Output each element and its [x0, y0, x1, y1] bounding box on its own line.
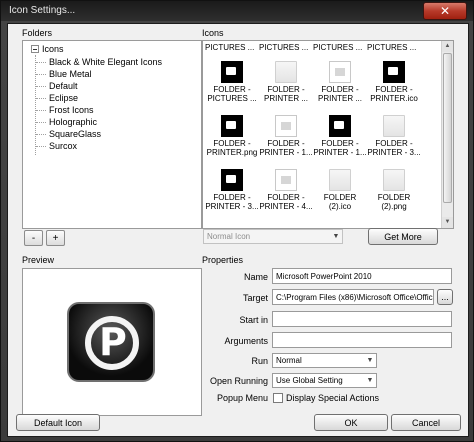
tree-root-icons[interactable]: Icons	[31, 44, 64, 54]
icon-cell[interactable]: FOLDER - PRINTER - 1...	[259, 115, 313, 157]
title-bar[interactable]: Icon Settings... ✕	[1, 1, 473, 21]
tree-item[interactable]: Surcox	[36, 140, 77, 152]
icon-cell[interactable]: FOLDER - PICTURES ...	[205, 61, 259, 103]
remove-folder-button[interactable]: -	[24, 230, 43, 246]
start-in-field[interactable]	[272, 311, 452, 327]
icon-type-select[interactable]: Normal Icon ▼	[203, 229, 343, 244]
icon-cell[interactable]: FOLDER - PRINTER - 4...	[259, 169, 313, 211]
icon-cell[interactable]: FOLDER (2).png	[367, 169, 421, 211]
icons-scrollbar[interactable]: ▲ ▼	[441, 41, 453, 228]
add-folder-button[interactable]: +	[46, 230, 65, 246]
window-title: Icon Settings...	[9, 5, 76, 16]
cancel-button[interactable]: Cancel	[391, 414, 461, 431]
icon-cell[interactable]: FOLDER - PRINTER - 3...	[205, 169, 259, 211]
ok-button[interactable]: OK	[314, 414, 388, 431]
tree-item[interactable]: Holographic	[36, 116, 97, 128]
powerpoint-icon: P	[67, 302, 155, 382]
close-icon: ✕	[439, 4, 451, 18]
folders-tree[interactable]: Icons Black & White Elegant Icons Blue M…	[22, 40, 202, 229]
icon-cell[interactable]: FOLDER - PRINTER - 1...	[313, 115, 367, 157]
target-label: Target	[242, 293, 268, 303]
open-running-label: Open Running	[209, 376, 268, 386]
popup-menu-label: Popup Menu	[216, 393, 268, 403]
target-field[interactable]: C:\Program Files (x86)\Microsoft Office\…	[272, 289, 434, 305]
folder-printer-icon	[221, 169, 243, 191]
icon-cell[interactable]: FOLDER - PRINTER.png	[205, 115, 259, 157]
run-select[interactable]: Normal ▼	[272, 353, 377, 368]
name-label: Name	[243, 272, 268, 282]
folder-printer-icon	[329, 115, 351, 137]
display-special-actions-checkbox[interactable]	[273, 393, 283, 403]
name-field[interactable]: Microsoft PowerPoint 2010	[272, 268, 452, 284]
icon-cell-label[interactable]: PICTURES ...	[367, 43, 416, 52]
open-running-select[interactable]: Use Global Setting ▼	[272, 373, 377, 388]
default-icon-button[interactable]: Default Icon	[16, 414, 100, 431]
icon-cell[interactable]: FOLDER - PRINTER - 3...	[367, 115, 421, 157]
folders-heading: Folders	[22, 28, 53, 38]
tree-item[interactable]: Black & White Elegant Icons	[36, 56, 162, 68]
scroll-down-icon[interactable]: ▼	[442, 217, 453, 228]
icon-cell-label[interactable]: PICTURES ...	[205, 43, 254, 52]
icon-cell[interactable]: FOLDER - PRINTER ...	[259, 61, 313, 103]
arguments-label: Arguments	[224, 336, 268, 346]
close-button[interactable]: ✕	[423, 2, 467, 20]
folder-printer-icon	[275, 61, 297, 83]
tree-item[interactable]: Eclipse	[36, 92, 78, 104]
tree-item[interactable]: Default	[36, 80, 78, 92]
icon-settings-window: Icon Settings... ✕ Folders Icons Black &…	[0, 0, 474, 442]
start-in-label: Start in	[239, 315, 268, 325]
tree-root-label: Icons	[42, 44, 64, 54]
folder-icon	[329, 169, 351, 191]
folder-printer-icon	[383, 61, 405, 83]
scroll-thumb[interactable]	[443, 53, 452, 203]
browse-button[interactable]: ...	[437, 289, 453, 305]
chevron-down-icon: ▼	[332, 233, 340, 240]
folder-printer-icon	[221, 115, 243, 137]
icon-cell[interactable]: FOLDER - PRINTER.ico	[367, 61, 421, 103]
icon-cell-label[interactable]: PICTURES ...	[313, 43, 362, 52]
arguments-field[interactable]	[272, 332, 452, 348]
folder-icon	[383, 169, 405, 191]
chevron-down-icon: ▼	[366, 357, 374, 364]
run-label: Run	[251, 356, 268, 366]
folder-printer-icon	[275, 169, 297, 191]
icons-grid[interactable]: PICTURES ... PICTURES ... PICTURES ... P…	[202, 40, 454, 229]
preview-heading: Preview	[22, 255, 55, 265]
tree-item[interactable]: Blue Metal	[36, 68, 92, 80]
icon-cell[interactable]: FOLDER (2).ico	[313, 169, 367, 211]
get-more-button[interactable]: Get More	[368, 228, 438, 245]
folder-pictures-icon	[221, 61, 243, 83]
preview-panel: P	[22, 268, 202, 416]
tree-item[interactable]: SquareGlass	[36, 128, 101, 140]
icons-heading: Icons	[202, 28, 224, 38]
folder-printer-icon	[275, 115, 297, 137]
tree-item[interactable]: Frost Icons	[36, 104, 94, 116]
display-special-actions-label[interactable]: Display Special Actions	[286, 393, 379, 403]
dialog-body: Folders Icons Black & White Elegant Icon…	[7, 23, 469, 437]
scroll-up-icon[interactable]: ▲	[442, 41, 453, 52]
folder-printer-icon	[329, 61, 351, 83]
icon-cell[interactable]: FOLDER - PRINTER ...	[313, 61, 367, 103]
properties-heading: Properties	[202, 255, 244, 265]
chevron-down-icon: ▼	[366, 377, 374, 384]
icon-cell-label[interactable]: PICTURES ...	[259, 43, 308, 52]
folder-printer-icon	[383, 115, 405, 137]
collapse-icon[interactable]	[31, 45, 39, 53]
